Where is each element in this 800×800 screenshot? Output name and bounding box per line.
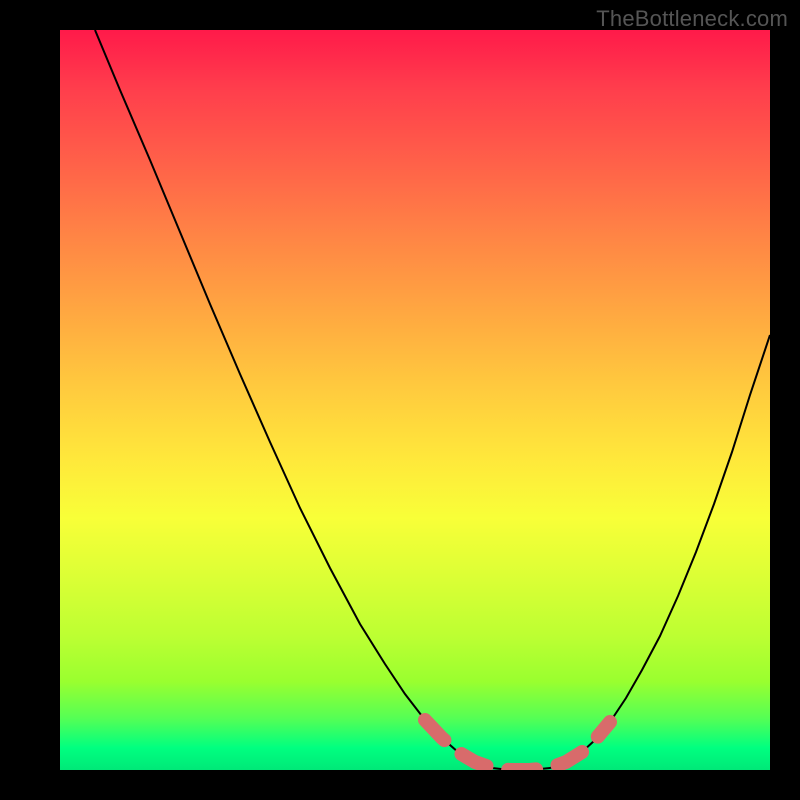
watermark-text: TheBottleneck.com bbox=[596, 6, 788, 32]
black-curve-line bbox=[95, 30, 770, 770]
red-dash-line bbox=[425, 720, 610, 770]
plot-area bbox=[60, 30, 770, 770]
plot-svg bbox=[60, 30, 770, 770]
chart-frame: TheBottleneck.com bbox=[0, 0, 800, 800]
